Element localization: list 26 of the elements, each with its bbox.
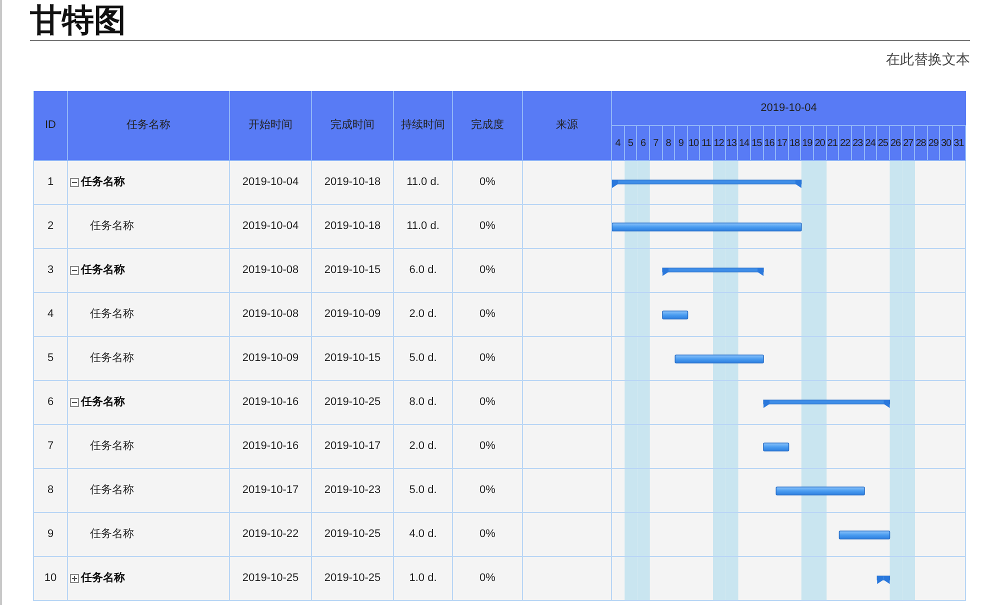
table-cell: 0% xyxy=(453,557,523,601)
task-bar xyxy=(763,442,790,452)
task-name: 任务名称 xyxy=(90,307,134,322)
task-name: 任务名称 xyxy=(81,174,125,190)
table-cell: 1.0 d. xyxy=(394,557,453,601)
table-cell: 10 xyxy=(34,557,68,601)
table-cell: 2019-10-25 xyxy=(230,557,312,601)
task-name: 任务名称 xyxy=(81,570,125,586)
task-name: 任务名称 xyxy=(90,483,134,498)
task-bar xyxy=(838,530,890,540)
subtitle-text: 在此替换文本 xyxy=(886,50,970,69)
task-name: 任务名称 xyxy=(90,439,134,454)
task-name: 任务名称 xyxy=(90,219,134,234)
collapse-icon[interactable] xyxy=(70,398,79,407)
task-name: 任务名称 xyxy=(81,262,125,278)
collapse-icon[interactable] xyxy=(70,266,79,275)
expand-icon[interactable] xyxy=(70,574,79,583)
timeline-header: 2019-10-04 xyxy=(612,91,966,126)
table-cell: 2019-10-25 xyxy=(312,557,394,601)
task-bar xyxy=(662,310,688,320)
page-title: 甘特图 xyxy=(30,1,126,40)
summary-bar xyxy=(876,576,890,584)
task-name: 任务名称 xyxy=(90,351,134,366)
task-name: 任务名称 xyxy=(90,527,134,542)
collapse-icon[interactable] xyxy=(70,178,79,187)
task-name: 任务名称 xyxy=(81,394,125,410)
